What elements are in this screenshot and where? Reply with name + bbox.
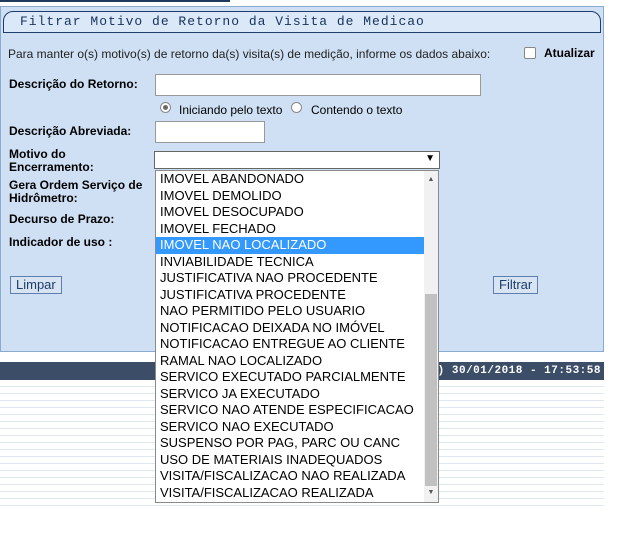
abreviada-label: Descrição Abreviada: [9,124,132,138]
dropdown-option[interactable]: INVIABILIDADE TECNICA [156,254,424,271]
dropdown-option[interactable]: SERVICO NAO ATENDE ESPECIFICACAO [156,402,424,419]
status-timestamp: tch) 30/01/2018 - 17:53:58 [416,365,601,377]
dropdown-option[interactable]: NOTIFICACAO DEIXADA NO IMÓVEL [156,320,424,337]
update-checkbox[interactable] [524,47,536,59]
dropdown-option[interactable]: IMOVEL ABANDONADO [156,171,424,188]
dropdown-option[interactable]: VISITA/FISCALIZACAO NAO REALIZADA [156,468,424,485]
abreviada-input[interactable] [155,121,265,143]
dropdown-option[interactable]: VISITA/FISCALIZACAO REALIZADA [156,485,424,502]
motivo-select[interactable]: ▼ [154,151,440,169]
radio-starts-with[interactable] [160,102,171,113]
descricao-label: Descrição do Retorno: [9,77,138,91]
dropdown-option[interactable]: SERVICO JA EXECUTADO [156,386,424,403]
radio-contains-label: Contendo o texto [311,103,403,117]
descricao-input[interactable] [155,74,481,96]
panel-title: Filtrar Motivo de Retorno da Visita de M… [3,11,601,33]
radio-starts-with-label: Iniciando pelo texto [179,103,283,117]
motivo-label: Motivo do Encerramento: [9,147,94,174]
scroll-thumb[interactable] [425,294,437,486]
dropdown-option[interactable]: USO DE MATERIAIS INADEQUADOS [156,452,424,469]
dropdown-option[interactable]: IMOVEL DESOCUPADO [156,204,424,221]
gera-label: Gera Ordem Serviço de Hidrômetro: [9,178,143,205]
radio-contains[interactable] [291,102,302,113]
limpar-button[interactable]: Limpar [10,276,62,294]
dropdown-option[interactable]: JUSTIFICATIVA NAO PROCEDENTE [156,270,424,287]
scroll-down-icon[interactable]: ▼ [424,486,438,500]
decurso-label: Decurso de Prazo: [9,212,115,226]
filtrar-button[interactable]: Filtrar [493,276,539,294]
dropdown-options: IMOVEL ABANDONADO IMOVEL DEMOLIDO IMOVEL D… [156,171,424,501]
scroll-up-icon[interactable]: ▲ [424,173,438,187]
dropdown-option[interactable]: SUSPENSO POR PAG, PARC OU CANC [156,435,424,452]
dropdown-scrollbar[interactable]: ▲ ▼ [424,171,438,502]
dropdown-option[interactable]: RAMAL NAO LOCALIZADO [156,353,424,370]
dropdown-arrow-icon: ▼ [425,153,435,164]
top-border-accent [0,0,230,2]
dropdown-option[interactable]: SERVICO EXECUTADO PARCIALMENTE [156,369,424,386]
dropdown-option[interactable]: NOTIFICACAO ENTREGUE AO CLIENTE [156,336,424,353]
motivo-dropdown-list[interactable]: IMOVEL ABANDONADO IMOVEL DEMOLIDO IMOVEL D… [155,170,439,503]
dropdown-option[interactable]: IMOVEL FECHADO [156,221,424,238]
dropdown-option[interactable]: IMOVEL DEMOLIDO [156,188,424,205]
indicador-label: Indicador de uso : [9,235,113,249]
dropdown-option[interactable]: IMOVEL NAO LOCALIZADO [156,237,424,254]
instructions-text: Para manter o(s) motivo(s) de retorno da… [8,47,491,61]
dropdown-option[interactable]: SERVICO NAO EXECUTADO [156,419,424,436]
update-checkbox-label: Atualizar [544,46,595,60]
dropdown-option[interactable]: JUSTIFICATIVA PROCEDENTE [156,287,424,304]
dropdown-option[interactable]: NAO PERMITIDO PELO USUARIO [156,303,424,320]
